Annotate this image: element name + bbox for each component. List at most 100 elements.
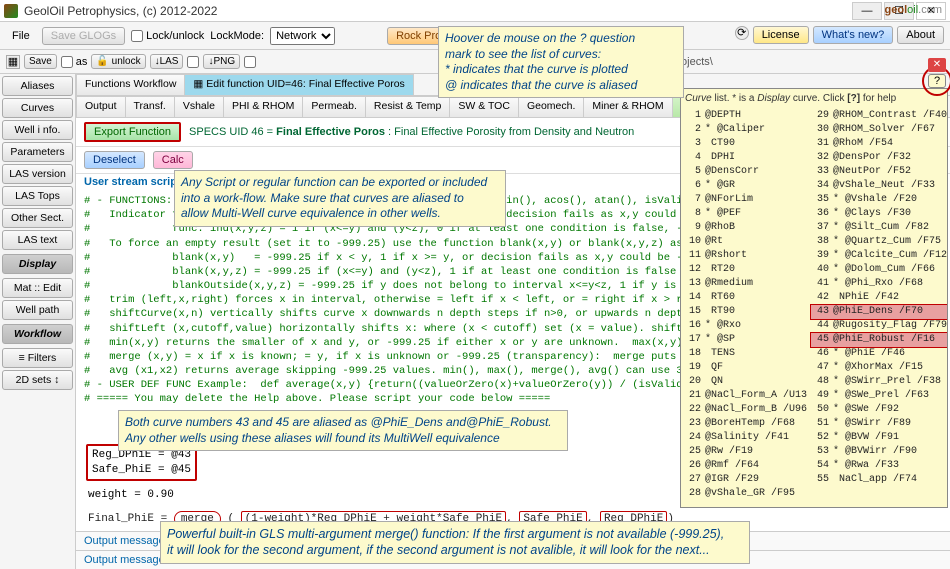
curve-row[interactable]: 12 RT20 — [683, 263, 807, 277]
sidebar-item[interactable]: 2D sets ↕ — [2, 370, 73, 390]
sidebar-item[interactable]: Parameters — [2, 142, 73, 162]
subtab[interactable]: Transf. — [125, 96, 175, 117]
sidebar-item[interactable]: Aliases — [2, 76, 73, 96]
curve-row[interactable]: 53* @BVWirr /F90 — [811, 445, 947, 459]
curve-row[interactable]: 35* @Vshale /F20 — [811, 193, 947, 207]
sidebar-item[interactable]: ≡ Filters — [2, 348, 73, 368]
curve-row[interactable]: 50* @SWe /F92 — [811, 403, 947, 417]
curve-row[interactable]: 34@vShale_Neut /F33 — [811, 179, 947, 193]
curve-row[interactable]: 47* @XhorMax /F15 — [811, 361, 947, 375]
sidebar-item[interactable]: LAS Tops — [2, 186, 73, 206]
curve-row[interactable]: 32@DensPor /F32 — [811, 151, 947, 165]
curve-row[interactable]: 45@PhiE_Robust /F16 — [811, 333, 947, 347]
sidebar-item[interactable]: LAS version — [2, 164, 73, 184]
curve-row[interactable]: 11@Rshort — [683, 249, 807, 263]
subtab[interactable]: Resist & Temp — [365, 96, 451, 117]
license-button[interactable]: License — [753, 26, 809, 44]
curve-row[interactable]: 4 DPHI — [683, 151, 807, 165]
save-button[interactable]: Save — [24, 54, 57, 69]
curve-row[interactable]: 7@NForLim — [683, 193, 807, 207]
sidebar-item[interactable]: Mat :: Edit — [2, 278, 73, 298]
curve-row[interactable]: 8* @PEF — [683, 207, 807, 221]
curve-row[interactable]: 49* @SWe_Prel /F63 — [811, 389, 947, 403]
curve-row[interactable]: 36* @Clays /F30 — [811, 207, 947, 221]
tool-icon[interactable]: ▦ — [6, 55, 20, 69]
export-las-button[interactable]: ↓LAS — [150, 54, 184, 69]
curve-row[interactable]: 21@NaCl_Form_A /U13 — [683, 389, 807, 403]
curve-row[interactable]: 55 NaCl_app /F74 — [811, 473, 947, 487]
curve-row[interactable]: 46* @PhiE /F46 — [811, 347, 947, 361]
subtab[interactable]: Miner & RHOM — [583, 96, 672, 117]
sidebar-item[interactable]: Well i nfo. — [2, 120, 73, 140]
curve-row[interactable]: 51* @SWirr /F89 — [811, 417, 947, 431]
about-button[interactable]: About — [897, 26, 944, 44]
curve-row[interactable]: 52* @BVW /F91 — [811, 431, 947, 445]
curve-row[interactable]: 24@Salinity /F41 — [683, 431, 807, 445]
curve-row[interactable]: 30@RHOM_Solver /F67 — [811, 123, 947, 137]
tab-edit-function[interactable]: ▦ Edit function UID=46: Final Effective … — [184, 74, 413, 95]
subtab[interactable]: Permeab. — [302, 96, 366, 117]
curve-row[interactable]: 44@Rugosity_Flag /F79 — [811, 319, 947, 333]
save-glogs-button[interactable]: Save GLOGs — [42, 27, 125, 45]
las-check[interactable] — [187, 56, 199, 68]
sidebar-item[interactable]: Other Sect. — [2, 208, 73, 228]
curve-row[interactable]: 9@RhoB — [683, 221, 807, 235]
sidebar-item[interactable]: LAS text — [2, 230, 73, 250]
curve-row[interactable]: 42 NPhiE /F42 — [811, 291, 947, 305]
subtab[interactable]: Output — [76, 96, 126, 117]
file-menu[interactable]: File — [6, 28, 36, 44]
lockmode-select[interactable]: Network — [270, 27, 335, 45]
curve-row[interactable]: 20 QN — [683, 375, 807, 389]
deselect-button[interactable]: Deselect — [84, 151, 145, 169]
curve-row[interactable]: 18 TENS — [683, 347, 807, 361]
curve-row[interactable]: 23@BoreHTemp /F68 — [683, 417, 807, 431]
curve-row[interactable]: 3 CT90 — [683, 137, 807, 151]
curve-row[interactable]: 6* @GR — [683, 179, 807, 193]
curve-row[interactable]: 25@Rw /F19 — [683, 445, 807, 459]
sidebar-item[interactable]: Curves — [2, 98, 73, 118]
subtab[interactable]: Vshale — [174, 96, 224, 117]
minimize-button[interactable]: — — [852, 2, 882, 20]
png-check[interactable] — [244, 56, 256, 68]
curve-row[interactable]: 48* @SWirr_Prel /F38 — [811, 375, 947, 389]
export-function-button[interactable]: Export Function — [84, 122, 181, 142]
curve-row[interactable]: 39* @Calcite_Cum /F12 — [811, 249, 947, 263]
curve-row[interactable]: 43@PhiE_Dens /F70 — [811, 305, 947, 319]
curve-row[interactable]: 10@Rt — [683, 235, 807, 249]
panel-close-icon[interactable]: ✕ — [928, 58, 946, 72]
whatsnew-button[interactable]: What's new? — [813, 26, 894, 44]
curve-row[interactable]: 37* @Silt_Cum /F82 — [811, 221, 947, 235]
curve-row[interactable]: 19 QF — [683, 361, 807, 375]
calc-button[interactable]: Calc — [153, 151, 193, 169]
subtab[interactable]: Geomech. — [518, 96, 584, 117]
curve-row[interactable]: 38* @Quartz_Cum /F75 — [811, 235, 947, 249]
subtab[interactable]: PHI & RHOM — [223, 96, 303, 117]
help-question-icon[interactable]: ? — [928, 74, 946, 88]
curve-row[interactable]: 33@NeutPor /F52 — [811, 165, 947, 179]
curve-row[interactable]: 54* @Rwa /F33 — [811, 459, 947, 473]
as-check[interactable]: as — [61, 56, 88, 68]
curve-row[interactable]: 2* @Caliper — [683, 123, 807, 137]
curve-row[interactable]: 1@DEPTH — [683, 109, 807, 123]
curve-row[interactable]: 26@Rmf /F64 — [683, 459, 807, 473]
curve-row[interactable]: 29@RHOM_Contrast /F40 — [811, 109, 947, 123]
curve-row[interactable]: 15 RT90 — [683, 305, 807, 319]
subtab[interactable]: SW & TOC — [449, 96, 519, 117]
unlock-button[interactable]: 🔓 unlock — [91, 54, 145, 69]
lock-unlock-check[interactable]: Lock/unlock — [131, 30, 204, 42]
curve-row[interactable]: 5@DensCorr — [683, 165, 807, 179]
curve-row[interactable]: 41* @Phi_Rxo /F68 — [811, 277, 947, 291]
curve-row[interactable]: 31@RhoM /F54 — [811, 137, 947, 151]
export-png-button[interactable]: ↓PNG — [203, 54, 240, 69]
curve-row[interactable]: 17* @SP — [683, 333, 807, 347]
tab-functions-workflow[interactable]: Functions Workflow — [76, 74, 185, 95]
curve-row[interactable]: 14 RT60 — [683, 291, 807, 305]
refresh-icon[interactable]: ⟳ — [735, 26, 749, 40]
curve-row[interactable]: 13@Rmedium — [683, 277, 807, 291]
curve-row[interactable]: 16* @Rxo — [683, 319, 807, 333]
sidebar-item[interactable]: Well path — [2, 300, 73, 320]
curve-row[interactable]: 22@NaCl_Form_B /U96 — [683, 403, 807, 417]
curve-row[interactable]: 28@vShale_GR /F95 — [683, 487, 807, 501]
curve-row[interactable]: 27@IGR /F29 — [683, 473, 807, 487]
curve-row[interactable]: 40* @Dolom_Cum /F66 — [811, 263, 947, 277]
